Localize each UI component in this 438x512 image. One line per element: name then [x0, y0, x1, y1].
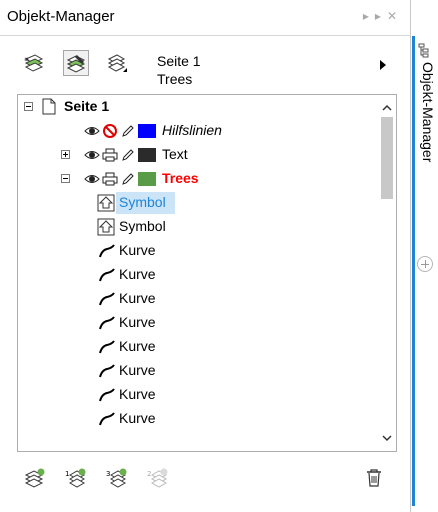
pencil-icon[interactable]: [121, 148, 135, 162]
eye-icon[interactable]: [84, 172, 100, 186]
curve-icon: [99, 340, 115, 354]
curve-icon: [99, 292, 115, 306]
new-master-layer-odd-pages-icon: 2: [147, 468, 168, 488]
docker-side-tab[interactable]: Objekt-Manager: [412, 0, 438, 512]
show-object-properties-button[interactable]: ≡: [21, 50, 47, 76]
layer-label: Text: [162, 146, 188, 162]
eye-icon[interactable]: [84, 148, 100, 162]
object-tree: Seite 1 Hilfslinien Text Trees Symbol Sy…: [17, 94, 397, 452]
tree-row-object[interactable]: Kurve: [18, 263, 378, 287]
curve-icon: [99, 364, 115, 378]
tree-row-page[interactable]: Seite 1: [18, 95, 378, 119]
flyout-arrow-icon[interactable]: [380, 60, 386, 70]
object-manager-tab-icon: [418, 43, 429, 58]
object-label: Kurve: [119, 290, 156, 306]
expand-layer-icon[interactable]: [61, 150, 70, 159]
new-master-layer-button[interactable]: 1: [64, 466, 88, 490]
panel-title: Objekt-Manager: [7, 8, 115, 25]
print-disabled-icon[interactable]: [102, 123, 118, 139]
new-master-layer-odd-pages-button[interactable]: 2: [146, 466, 170, 490]
title-controls: ▸▸✕: [363, 9, 403, 23]
pencil-icon[interactable]: [121, 172, 135, 186]
scroll-up-icon[interactable]: [382, 103, 392, 113]
tree-row-object[interactable]: Kurve: [18, 239, 378, 263]
svg-text:≡: ≡: [24, 56, 29, 63]
trash-icon: [367, 469, 381, 487]
tree-row-object[interactable]: Kurve: [18, 407, 378, 431]
layer-properties-icon: ≡: [24, 54, 44, 72]
scrollbar-thumb[interactable]: [381, 117, 393, 199]
new-master-layer-icon: 1: [65, 468, 86, 488]
add-docker-icon[interactable]: [417, 256, 433, 272]
symbol-icon: [97, 218, 115, 236]
close-panel-icon[interactable]: ✕: [387, 9, 403, 23]
tree-row-object[interactable]: Kurve: [18, 359, 378, 383]
curve-icon: [99, 388, 115, 402]
eye-icon[interactable]: [84, 124, 100, 138]
page-name: Seite 1: [157, 53, 201, 69]
active-layer-label: Trees: [162, 170, 199, 186]
svg-text:1: 1: [65, 470, 69, 478]
pencil-icon[interactable]: [121, 124, 135, 138]
object-manager-toolbar: ≡ Seite 1 Trees: [0, 40, 411, 92]
page-label: Seite 1: [64, 98, 110, 114]
svg-text:3: 3: [106, 470, 110, 478]
curve-icon: [99, 244, 115, 258]
tree-row-object[interactable]: Symbol: [18, 215, 378, 239]
scroll-down-icon[interactable]: [382, 433, 392, 443]
tree-row-layer-trees[interactable]: Trees: [18, 167, 378, 191]
layer-color-swatch[interactable]: [138, 148, 156, 162]
side-tab-label[interactable]: Objekt-Manager: [420, 62, 436, 162]
current-page-label: Seite 1 Trees: [157, 52, 201, 88]
tree-row-object[interactable]: Kurve: [18, 383, 378, 407]
layer-name: Trees: [157, 71, 193, 87]
printer-icon[interactable]: [102, 171, 118, 187]
layer-label: Hilfslinien: [162, 122, 222, 138]
object-label: Kurve: [119, 338, 156, 354]
layer-color-swatch[interactable]: [138, 172, 156, 186]
object-label: Kurve: [119, 362, 156, 378]
svg-text:2: 2: [147, 470, 151, 478]
tree-row-object[interactable]: Kurve: [18, 335, 378, 359]
object-label: Kurve: [119, 266, 156, 282]
object-label: Kurve: [119, 314, 156, 330]
object-label: Kurve: [119, 386, 156, 402]
collapse-panel-icon[interactable]: ▸▸: [363, 9, 387, 23]
curve-icon: [99, 268, 115, 282]
object-label: Symbol: [119, 194, 166, 210]
new-layer-icon: [24, 468, 45, 488]
object-manager-bottom-bar: 1 3 2: [0, 460, 411, 500]
printer-icon[interactable]: [102, 147, 118, 163]
new-layer-button[interactable]: [23, 466, 47, 490]
tree-scrollbar[interactable]: [378, 95, 396, 451]
delete-button[interactable]: [362, 466, 386, 490]
new-master-layer-all-pages-icon: 3: [106, 468, 127, 488]
tree-row-object[interactable]: Kurve: [18, 311, 378, 335]
symbol-icon: [97, 194, 115, 212]
tree-row-layer-text[interactable]: Text: [18, 143, 378, 167]
object-label: Kurve: [119, 242, 156, 258]
page-icon: [42, 98, 56, 115]
edit-across-layers-icon: [66, 55, 86, 73]
tree-row-layer-guides[interactable]: Hilfslinien: [18, 119, 378, 143]
object-label: Symbol: [119, 218, 166, 234]
layer-color-swatch[interactable]: [138, 124, 156, 138]
object-manager-panel: Objekt-Manager ▸▸✕ ≡ Seite 1 Trees Seite…: [0, 0, 411, 512]
layer-manager-view-button[interactable]: [104, 50, 130, 76]
tree-row-object[interactable]: Symbol: [18, 191, 378, 215]
panel-title-bar: Objekt-Manager ▸▸✕: [0, 0, 411, 36]
side-tab-accent: [412, 36, 415, 506]
collapse-page-icon[interactable]: [24, 102, 33, 111]
curve-icon: [99, 316, 115, 330]
curve-icon: [99, 412, 115, 426]
collapse-layer-icon[interactable]: [61, 174, 70, 183]
layer-manager-view-icon: [107, 54, 127, 72]
edit-across-layers-button[interactable]: [63, 50, 89, 76]
tree-row-object[interactable]: Kurve: [18, 287, 378, 311]
new-master-layer-all-pages-button[interactable]: 3: [105, 466, 129, 490]
object-label: Kurve: [119, 410, 156, 426]
